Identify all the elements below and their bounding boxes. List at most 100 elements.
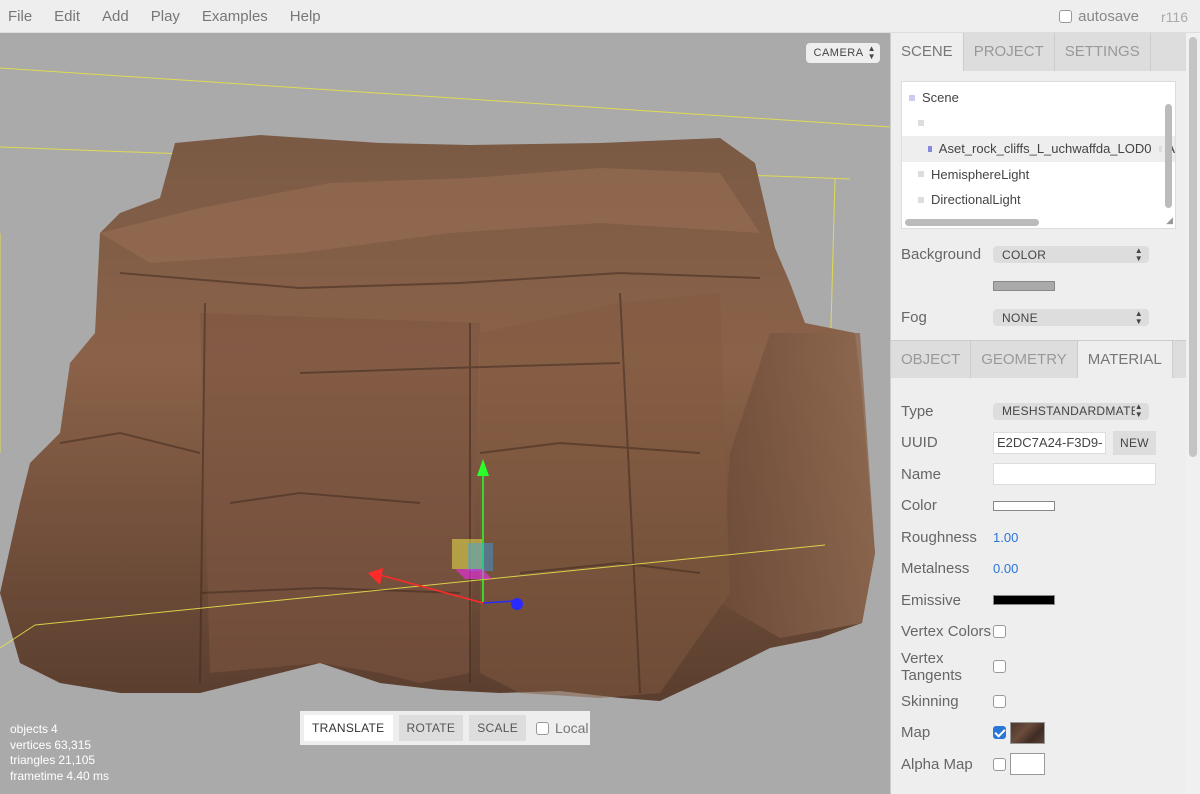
emissive-label: Emissive xyxy=(901,591,962,609)
camera-select-value: CAMERA xyxy=(813,47,864,59)
material-icon xyxy=(1158,145,1163,152)
outliner[interactable]: Scene Aset_rock_cliffs_L_uchwaffda_LOD0A… xyxy=(901,81,1176,229)
menubar-right: autosave r116 xyxy=(1059,0,1200,33)
vertex-tangents-checkbox[interactable] xyxy=(993,660,1006,673)
new-uuid-button[interactable]: NEW xyxy=(1113,430,1156,455)
rotate-button[interactable]: ROTATE xyxy=(398,715,464,741)
outliner-item-group[interactable] xyxy=(902,111,1175,137)
background-label: Background xyxy=(901,246,982,264)
scene-info: objects 4 vertices 63,315 triangles 21,105 … xyxy=(10,722,109,784)
info-objects: objects 4 xyxy=(10,722,58,736)
vertex-colors-label: Vertex Colors xyxy=(901,623,992,641)
sidebar-scrollbar[interactable] xyxy=(1186,33,1200,794)
sidebar-scrollbar-thumb[interactable] xyxy=(1189,37,1197,457)
translate-button[interactable]: TRANSLATE xyxy=(304,715,393,741)
camera-select[interactable]: CAMERA ▲ ▼ xyxy=(805,43,880,63)
alpha-map-row: Alpha Map xyxy=(901,749,1190,781)
map-checkbox[interactable] xyxy=(993,726,1006,740)
menu-edit[interactable]: Edit xyxy=(43,0,91,33)
local-checkbox[interactable] xyxy=(536,721,550,735)
material-panel: Type MESHSTANDARDMATE ▲ ▼ UUID E2DC7A24-F3… xyxy=(891,378,1200,791)
select-arrows-icon: ▲ ▼ xyxy=(1134,402,1143,420)
background-color-row xyxy=(901,271,1190,303)
color-row: Color xyxy=(901,490,1190,522)
color-swatch[interactable] xyxy=(993,500,1055,511)
mesh-icon xyxy=(928,145,932,152)
fog-row: Fog NONE ▲ ▼ xyxy=(901,302,1190,334)
local-label: Local xyxy=(555,720,589,736)
color-label: Color xyxy=(901,497,937,515)
menu-add[interactable]: Add xyxy=(91,0,140,33)
tab-material[interactable]: MATERIAL xyxy=(1077,340,1173,378)
autosave-checkbox[interactable] xyxy=(1059,10,1073,23)
map-texture-thumbnail[interactable] xyxy=(1010,721,1045,744)
alpha-map-label: Alpha Map xyxy=(901,755,973,773)
outliner-item-scene[interactable]: Scene xyxy=(902,85,1175,111)
type-label: Type xyxy=(901,402,934,420)
select-arrows-icon: ▲ ▼ xyxy=(1134,246,1143,263)
fog-label: Fog xyxy=(901,309,927,327)
menu-examples[interactable]: Examples xyxy=(191,0,279,33)
outliner-vertical-scrollbar[interactable] xyxy=(1165,104,1172,208)
menu-help[interactable]: Help xyxy=(279,0,332,33)
material-type-row: Type MESHSTANDARDMATE ▲ ▼ xyxy=(901,396,1190,428)
alpha-map-texture-thumbnail[interactable] xyxy=(1010,753,1045,776)
light-icon xyxy=(918,196,924,203)
vertex-colors-row: Vertex Colors xyxy=(901,616,1190,648)
name-label: Name xyxy=(901,465,942,483)
uuid-field[interactable]: E2DC7A24-F3D9- xyxy=(993,431,1106,454)
vertex-colors-checkbox[interactable] xyxy=(993,625,1006,639)
menu-file[interactable]: File xyxy=(0,0,43,33)
vertex-tangents-row: Vertex Tangents xyxy=(901,648,1190,686)
skinning-checkbox[interactable] xyxy=(993,694,1006,708)
map-row: Map xyxy=(901,717,1190,749)
roughness-number[interactable]: 1.00 xyxy=(993,530,1018,545)
map-label: Map xyxy=(901,724,931,742)
menu-play[interactable]: Play xyxy=(140,0,191,33)
name-row: Name xyxy=(901,459,1190,491)
vertex-tangents-label: Vertex Tangents xyxy=(901,649,962,684)
scene-icon xyxy=(909,94,915,101)
background-select[interactable]: COLOR ▲ ▼ xyxy=(993,246,1149,264)
scale-button[interactable]: SCALE xyxy=(469,715,527,741)
metalness-label: Metalness xyxy=(901,560,970,578)
resize-handle-icon[interactable]: ◢ xyxy=(1166,215,1173,226)
skinning-label: Skinning xyxy=(901,692,959,710)
outliner-item-mesh[interactable]: Aset_rock_cliffs_L_uchwaffda_LOD0A xyxy=(902,136,1175,162)
local-toggle[interactable]: Local xyxy=(536,720,589,736)
roughness-row: Roughness 1.00 xyxy=(901,522,1190,554)
metalness-number[interactable]: 0.00 xyxy=(993,561,1018,576)
info-vertices: vertices 63,315 xyxy=(10,737,92,752)
metalness-row: Metalness 0.00 xyxy=(901,553,1190,585)
select-arrows-icon: ▲ ▼ xyxy=(867,44,876,61)
material-type-select[interactable]: MESHSTANDARDMATE ▲ ▼ xyxy=(993,402,1149,420)
skinning-row: Skinning xyxy=(901,686,1190,718)
emissive-swatch[interactable] xyxy=(993,595,1055,606)
emissive-row: Emissive xyxy=(901,585,1190,617)
tab-scene[interactable]: SCENE xyxy=(891,33,964,71)
background-row: Background COLOR ▲ ▼ xyxy=(901,239,1190,271)
name-input[interactable] xyxy=(993,463,1156,486)
scene-render xyxy=(0,67,890,701)
alpha-map-checkbox[interactable] xyxy=(993,757,1006,771)
object-icon xyxy=(918,120,924,127)
info-frametime: frametime 4.40 ms xyxy=(10,768,110,783)
tab-geometry[interactable]: GEOMETRY xyxy=(971,340,1078,378)
sidebar: SCENE PROJECT SETTINGS Scene Aset_rock_c… xyxy=(890,33,1200,794)
autosave-toggle[interactable]: autosave xyxy=(1059,8,1139,25)
tab-project[interactable]: PROJECT xyxy=(964,33,1055,71)
outliner-item-hemisphere-light[interactable]: HemisphereLight xyxy=(902,162,1175,188)
tab-object[interactable]: OBJECT xyxy=(891,340,972,378)
roughness-label: Roughness xyxy=(901,528,977,546)
viewport[interactable]: CAMERA ▲ ▼ objects 4 vertices 63,315 triang… xyxy=(0,33,890,794)
menubar: File Edit Add Play Examples Help autosav… xyxy=(0,0,1200,33)
outliner-item-directional-light[interactable]: DirectionalLight xyxy=(902,187,1175,213)
scene-panel: Scene Aset_rock_cliffs_L_uchwaffda_LOD0A… xyxy=(891,71,1200,340)
properties-tabs: OBJECT GEOMETRY MATERIAL xyxy=(891,339,1200,378)
fog-select[interactable]: NONE ▲ ▼ xyxy=(993,309,1149,327)
outliner-horizontal-scrollbar[interactable] xyxy=(905,219,1039,226)
rock-model xyxy=(0,135,875,701)
tab-settings[interactable]: SETTINGS xyxy=(1055,33,1151,71)
sidebar-main-tabs: SCENE PROJECT SETTINGS xyxy=(891,33,1200,71)
background-color-swatch[interactable] xyxy=(993,281,1055,292)
